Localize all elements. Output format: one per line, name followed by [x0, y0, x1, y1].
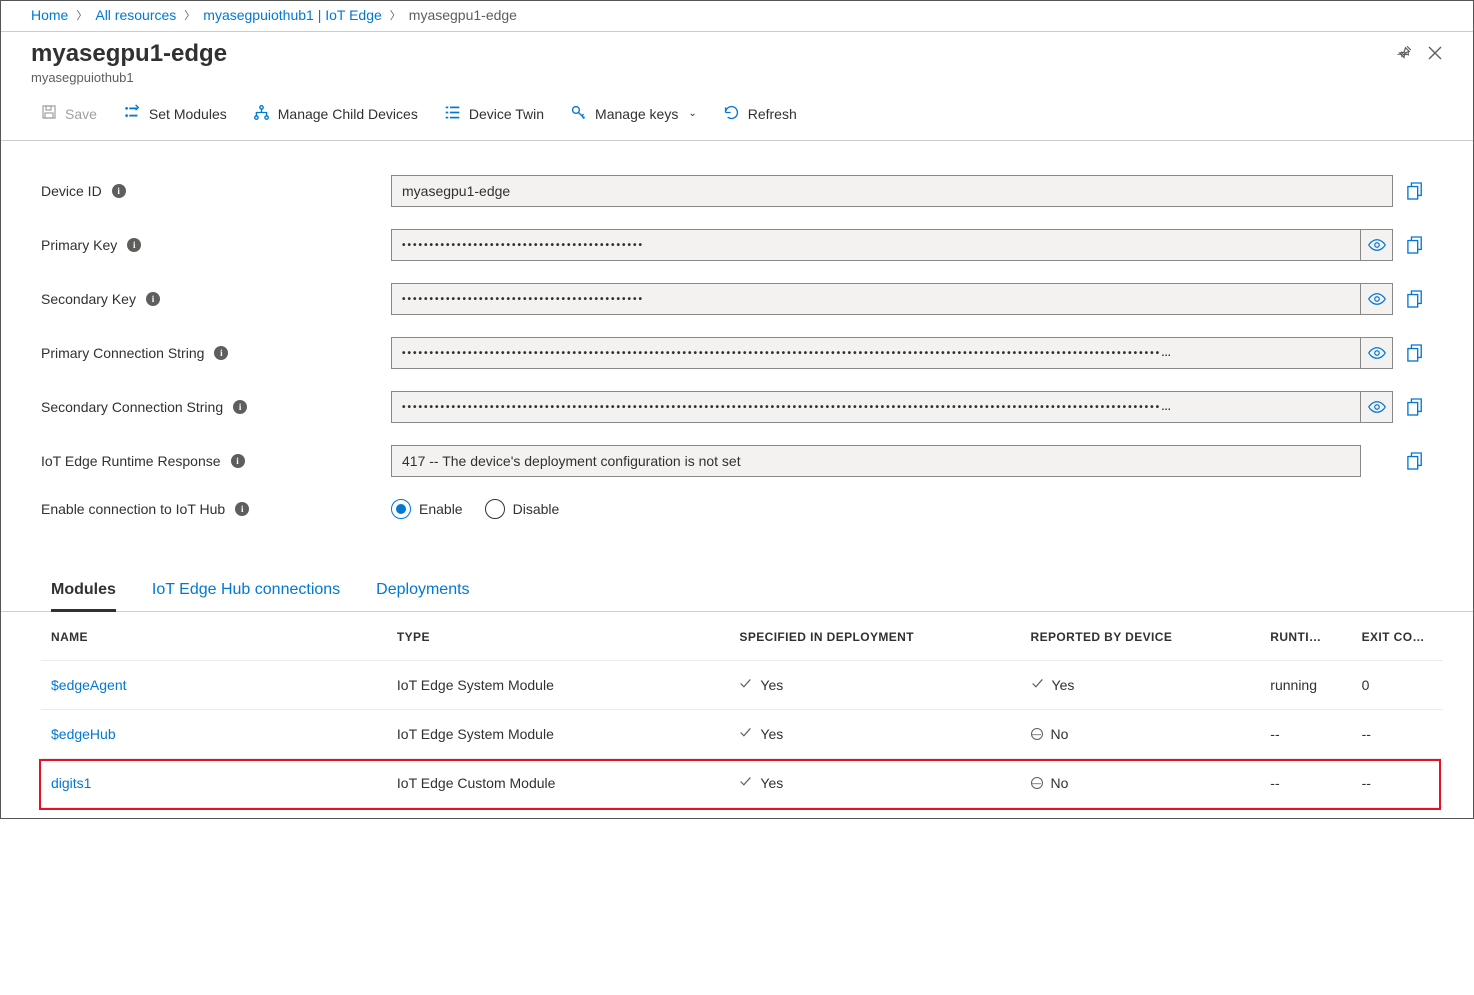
check-icon: [739, 726, 752, 742]
minus-circle-icon: —: [1031, 728, 1043, 740]
check-icon: [739, 775, 752, 791]
modules-icon: [123, 103, 141, 124]
col-reported[interactable]: REPORTED BY DEVICE: [1021, 612, 1261, 661]
refresh-button[interactable]: Refresh: [723, 104, 797, 124]
specified-value: Yes: [760, 775, 783, 791]
table-row[interactable]: $edgeHub IoT Edge System Module Yes — No ----: [41, 710, 1443, 759]
primary-conn-field[interactable]: ••••••••••••••••••••••••••••••••••••••••…: [391, 337, 1361, 369]
reveal-icon[interactable]: [1361, 283, 1393, 315]
copy-icon[interactable]: [1393, 290, 1437, 308]
chevron-down-icon: ⌄: [688, 108, 696, 119]
reported-value: No: [1051, 775, 1069, 791]
module-type: IoT Edge System Module: [387, 710, 730, 759]
secondary-conn-field[interactable]: ••••••••••••••••••••••••••••••••••••••••…: [391, 391, 1361, 423]
secondary-key-field[interactable]: ••••••••••••••••••••••••••••••••••••••••…: [391, 283, 1361, 315]
module-name-link[interactable]: $edgeHub: [51, 726, 116, 742]
pin-icon[interactable]: [1395, 44, 1413, 65]
tab-deployments[interactable]: Deployments: [376, 581, 469, 611]
primary-key-field[interactable]: ••••••••••••••••••••••••••••••••••••••••…: [391, 229, 1361, 261]
page-subtitle: myasegpuiothub1: [31, 70, 227, 85]
breadcrumb-hub[interactable]: myasegpuiothub1 | IoT Edge: [203, 7, 382, 23]
exit-code-value: --: [1352, 710, 1443, 759]
save-icon: [41, 104, 57, 123]
copy-icon[interactable]: [1393, 182, 1437, 200]
module-type: IoT Edge Custom Module: [387, 759, 730, 808]
runtime-value: running: [1260, 661, 1351, 710]
info-icon[interactable]: i: [231, 454, 245, 468]
reveal-icon[interactable]: [1361, 391, 1393, 423]
col-runtime[interactable]: RUNTI…: [1260, 612, 1351, 661]
col-exit[interactable]: EXIT CO…: [1352, 612, 1443, 661]
manage-child-devices-button[interactable]: Manage Child Devices: [253, 104, 418, 124]
check-icon: [1031, 677, 1044, 693]
check-icon: [739, 677, 752, 693]
set-modules-button[interactable]: Set Modules: [123, 103, 227, 124]
info-icon[interactable]: i: [127, 238, 141, 252]
chevron-right-icon: 〉: [76, 7, 87, 23]
col-name[interactable]: NAME: [41, 612, 387, 661]
col-type[interactable]: TYPE: [387, 612, 730, 661]
breadcrumb-home[interactable]: Home: [31, 7, 68, 23]
device-twin-button[interactable]: Device Twin: [444, 104, 544, 124]
tab-modules[interactable]: Modules: [51, 581, 116, 612]
save-button: Save: [41, 104, 97, 123]
module-type: IoT Edge System Module: [387, 661, 730, 710]
copy-icon[interactable]: [1393, 344, 1437, 362]
info-icon[interactable]: i: [146, 292, 160, 306]
copy-icon[interactable]: [1393, 452, 1437, 470]
device-id-label: Device ID: [41, 183, 102, 199]
refresh-icon: [723, 104, 740, 124]
primary-conn-label: Primary Connection String: [41, 345, 204, 361]
info-icon[interactable]: i: [214, 346, 228, 360]
runtime-value: --: [1260, 710, 1351, 759]
secondary-key-label: Secondary Key: [41, 291, 136, 307]
toolbar: Save Set Modules Manage Child Devices De…: [1, 85, 1473, 141]
disable-radio[interactable]: Disable: [485, 499, 560, 519]
breadcrumb-current: myasegpu1-edge: [409, 7, 517, 23]
device-id-field[interactable]: myasegpu1-edge: [391, 175, 1393, 207]
runtime-value: --: [1260, 759, 1351, 808]
info-icon[interactable]: i: [235, 502, 249, 516]
exit-code-value: 0: [1352, 661, 1443, 710]
breadcrumb: Home 〉 All resources 〉 myasegpuiothub1 |…: [1, 1, 1473, 32]
page-title: myasegpu1-edge: [31, 40, 227, 68]
module-name-link[interactable]: $edgeAgent: [51, 677, 127, 693]
secondary-conn-label: Secondary Connection String: [41, 399, 223, 415]
list-icon: [444, 104, 461, 124]
exit-code-value: --: [1352, 759, 1443, 808]
copy-icon[interactable]: [1393, 398, 1437, 416]
runtime-response-field[interactable]: 417 -- The device's deployment configura…: [391, 445, 1361, 477]
table-row[interactable]: digits1 IoT Edge Custom Module Yes — No ----: [41, 759, 1443, 808]
reveal-icon[interactable]: [1361, 229, 1393, 261]
enable-radio[interactable]: Enable: [391, 499, 463, 519]
chevron-right-icon: 〉: [390, 7, 401, 23]
key-icon: [570, 104, 587, 124]
reveal-icon[interactable]: [1361, 337, 1393, 369]
breadcrumb-all-resources[interactable]: All resources: [95, 7, 176, 23]
enable-conn-label: Enable connection to IoT Hub: [41, 501, 225, 517]
close-icon[interactable]: [1427, 45, 1443, 64]
specified-value: Yes: [760, 726, 783, 742]
module-name-link[interactable]: digits1: [51, 775, 91, 791]
modules-table: NAME TYPE SPECIFIED IN DEPLOYMENT REPORT…: [41, 612, 1443, 808]
runtime-response-label: IoT Edge Runtime Response: [41, 453, 221, 469]
minus-circle-icon: —: [1031, 777, 1043, 789]
hierarchy-icon: [253, 104, 270, 124]
tab-iot-edge-hub-connections[interactable]: IoT Edge Hub connections: [152, 581, 340, 611]
info-icon[interactable]: i: [112, 184, 126, 198]
col-specified[interactable]: SPECIFIED IN DEPLOYMENT: [729, 612, 1020, 661]
copy-icon[interactable]: [1393, 236, 1437, 254]
info-icon[interactable]: i: [233, 400, 247, 414]
primary-key-label: Primary Key: [41, 237, 117, 253]
reported-value: Yes: [1052, 677, 1075, 693]
reported-value: No: [1051, 726, 1069, 742]
manage-keys-button[interactable]: Manage keys ⌄: [570, 104, 697, 124]
chevron-right-icon: 〉: [184, 7, 195, 23]
table-row[interactable]: $edgeAgent IoT Edge System Module Yes Yes ru…: [41, 661, 1443, 710]
specified-value: Yes: [760, 677, 783, 693]
